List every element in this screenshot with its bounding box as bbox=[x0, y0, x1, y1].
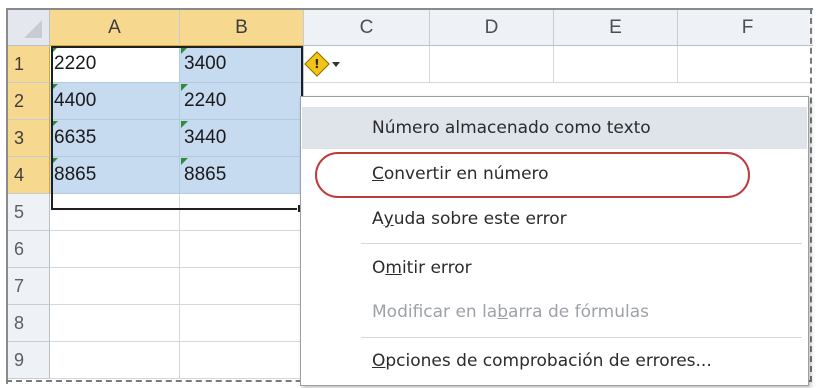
row-header-5[interactable]: 5 bbox=[8, 194, 50, 231]
row-header-4[interactable]: 4 bbox=[8, 157, 50, 194]
error-indicator bbox=[51, 84, 58, 91]
menu-header-label: Número almacenado como texto bbox=[372, 118, 651, 138]
row-header-1[interactable]: 1 bbox=[8, 46, 50, 83]
row-header-2[interactable]: 2 bbox=[8, 83, 50, 120]
select-all-icon bbox=[24, 20, 42, 38]
access-key: b bbox=[497, 302, 509, 322]
cell-a2[interactable]: 4400 bbox=[50, 83, 180, 120]
cell-b4[interactable]: 8865 bbox=[180, 157, 304, 194]
row-header-8[interactable]: 8 bbox=[8, 305, 50, 342]
chevron-down-icon bbox=[332, 61, 340, 67]
cell-a8[interactable] bbox=[50, 305, 180, 342]
error-indicator bbox=[51, 47, 58, 54]
row-header-9[interactable]: 9 bbox=[8, 342, 50, 379]
access-key: O bbox=[372, 351, 386, 371]
column-header-d[interactable]: D bbox=[430, 10, 554, 46]
cell-e1[interactable] bbox=[554, 46, 678, 83]
cell-a3[interactable]: 6635 bbox=[50, 120, 180, 157]
menu-item-label: O bbox=[372, 258, 386, 278]
menu-item-error-checking-options[interactable]: Opciones de comprobación de errores... bbox=[302, 340, 807, 382]
cell-a4[interactable]: 8865 bbox=[50, 157, 180, 194]
menu-item-label: uda sobre este error bbox=[393, 209, 567, 229]
menu-item-label: onvertir en número bbox=[383, 164, 549, 184]
menu-item-help-on-error[interactable]: Ay uda sobre este error bbox=[302, 198, 807, 240]
error-indicator bbox=[51, 158, 58, 165]
screenshot-edge-right bbox=[810, 8, 812, 382]
row-header-3[interactable]: 3 bbox=[8, 120, 50, 157]
cell-b7[interactable] bbox=[180, 268, 304, 305]
menu-item-convert-to-number[interactable]: Convertir en número bbox=[302, 153, 807, 195]
menu-header-error-type: Número almacenado como texto bbox=[302, 107, 807, 149]
cell-b1[interactable]: 3400 bbox=[180, 46, 304, 83]
menu-separator bbox=[361, 337, 802, 338]
cell-value: 3400 bbox=[184, 53, 227, 74]
access-key: y bbox=[383, 209, 394, 229]
cell-value: 4400 bbox=[54, 90, 97, 111]
row-header-7[interactable]: 7 bbox=[8, 268, 50, 305]
error-indicator bbox=[181, 84, 188, 91]
select-all-corner[interactable] bbox=[8, 10, 50, 46]
error-indicator bbox=[181, 121, 188, 128]
cell-value: 2220 bbox=[54, 53, 97, 74]
menu-item-label: arra de fórmulas bbox=[508, 302, 650, 322]
access-key: C bbox=[372, 164, 384, 184]
column-header-a[interactable]: A bbox=[50, 10, 180, 46]
error-indicator bbox=[181, 47, 188, 54]
menu-item-label: A bbox=[372, 209, 384, 229]
column-header-e[interactable]: E bbox=[554, 10, 678, 46]
cell-a1[interactable]: 2220 bbox=[50, 46, 180, 83]
column-header-f[interactable]: F bbox=[678, 10, 813, 46]
menu-item-label: itir error bbox=[401, 258, 472, 278]
cell-f1[interactable] bbox=[678, 46, 813, 83]
row-header-6[interactable]: 6 bbox=[8, 231, 50, 268]
menu-item-edit-in-formula-bar: Modificar en la b arra de fórmulas bbox=[302, 291, 807, 333]
warning-icon: ! bbox=[304, 51, 330, 77]
cell-value: 6635 bbox=[54, 127, 97, 148]
cell-a6[interactable] bbox=[50, 231, 180, 268]
column-header-b[interactable]: B bbox=[180, 10, 304, 46]
cell-value: 2240 bbox=[184, 90, 227, 111]
cell-a7[interactable] bbox=[50, 268, 180, 305]
error-smart-tag-button[interactable]: ! bbox=[304, 51, 360, 77]
cell-value: 8865 bbox=[184, 164, 227, 185]
cell-value: 8865 bbox=[54, 164, 97, 185]
cell-value: 3440 bbox=[184, 127, 227, 148]
cell-b2[interactable]: 2240 bbox=[180, 83, 304, 120]
column-header-c[interactable]: C bbox=[304, 10, 430, 46]
cell-b8[interactable] bbox=[180, 305, 304, 342]
cell-b6[interactable] bbox=[180, 231, 304, 268]
cell-b5[interactable] bbox=[180, 194, 304, 231]
cell-a5[interactable] bbox=[50, 194, 180, 231]
menu-item-label: pciones de comprobación de errores... bbox=[385, 351, 712, 371]
error-indicator bbox=[51, 121, 58, 128]
menu-separator bbox=[361, 243, 802, 244]
cell-d1[interactable] bbox=[430, 46, 554, 83]
menu-item-ignore-error[interactable]: Om itir error bbox=[302, 247, 807, 289]
menu-item-label: Modificar en la bbox=[372, 302, 498, 322]
cell-b9[interactable] bbox=[180, 342, 304, 379]
error-indicator bbox=[181, 158, 188, 165]
access-key: m bbox=[385, 258, 402, 278]
cell-b3[interactable]: 3440 bbox=[180, 120, 304, 157]
error-options-menu: Número almacenado como texto Convertir e… bbox=[300, 96, 809, 386]
cell-a9[interactable] bbox=[50, 342, 180, 379]
